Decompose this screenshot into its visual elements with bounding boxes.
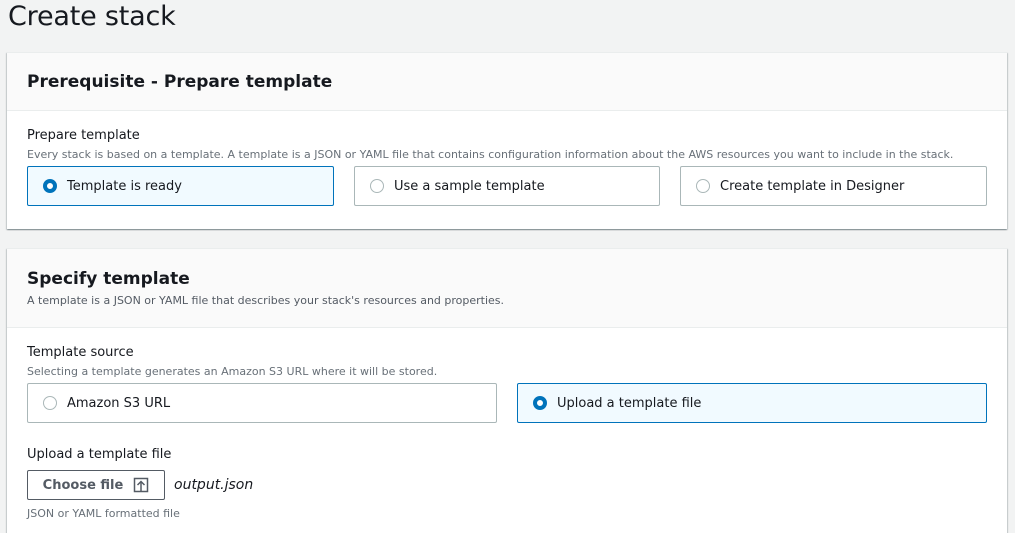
upload-hint: JSON or YAML formatted file xyxy=(27,507,180,520)
option-amazon-s3-url-label: Amazon S3 URL xyxy=(67,396,171,411)
page-title: Create stack xyxy=(8,1,176,32)
prerequisite-panel: Prerequisite - Prepare template Prepare … xyxy=(7,52,1007,229)
prerequisite-panel-header: Prerequisite - Prepare template xyxy=(7,53,1007,111)
prepare-template-label: Prepare template xyxy=(27,128,140,143)
specify-template-heading: Specify template xyxy=(27,269,190,289)
specify-template-panel-header: Specify template A template is a JSON or… xyxy=(7,249,1007,328)
option-designer-template-label: Create template in Designer xyxy=(720,179,905,194)
prerequisite-heading: Prerequisite - Prepare template xyxy=(27,72,333,92)
choose-file-label: Choose file xyxy=(42,477,124,493)
radio-amazon-s3-url[interactable] xyxy=(43,396,57,410)
specify-template-panel: Specify template A template is a JSON or… xyxy=(7,248,1007,533)
option-sample-template[interactable]: Use a sample template xyxy=(354,166,660,206)
create-stack-page: Create stack Prerequisite - Prepare temp… xyxy=(0,0,1015,533)
template-source-label: Template source xyxy=(27,345,134,360)
template-source-description: Selecting a template generates an Amazon… xyxy=(27,365,438,378)
option-designer-template[interactable]: Create template in Designer xyxy=(680,166,987,206)
radio-sample-template[interactable] xyxy=(370,179,384,193)
option-upload-template-file-label: Upload a template file xyxy=(557,396,702,411)
radio-designer-template[interactable] xyxy=(696,179,710,193)
option-sample-template-label: Use a sample template xyxy=(394,179,545,194)
option-template-ready[interactable]: Template is ready xyxy=(27,166,334,206)
radio-upload-template-file[interactable] xyxy=(533,396,547,410)
specify-template-description: A template is a JSON or YAML file that d… xyxy=(27,294,505,307)
choose-file-button[interactable]: Choose file xyxy=(27,470,165,500)
upload-icon xyxy=(134,477,149,493)
option-amazon-s3-url[interactable]: Amazon S3 URL xyxy=(27,383,497,423)
option-template-ready-label: Template is ready xyxy=(67,179,182,194)
option-upload-template-file[interactable]: Upload a template file xyxy=(517,383,987,423)
upload-template-label: Upload a template file xyxy=(27,447,172,462)
prepare-template-description: Every stack is based on a template. A te… xyxy=(27,148,954,161)
selected-file-name: output.json xyxy=(174,477,254,493)
radio-template-ready[interactable] xyxy=(43,179,57,193)
